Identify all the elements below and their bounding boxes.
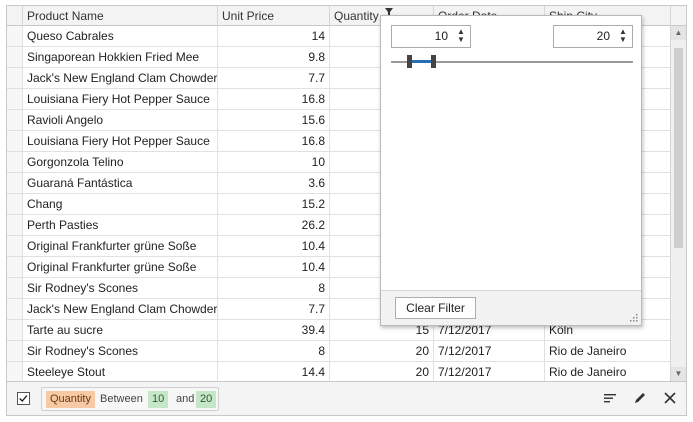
range-slider[interactable] (391, 55, 633, 68)
spin-arrows-icon[interactable]: ▲ ▼ (617, 28, 629, 45)
product-name-cell[interactable]: Louisiana Fiery Hot Pepper Sauce (23, 89, 218, 109)
filter-field-token[interactable]: Quantity (46, 391, 95, 408)
slider-selected-range (409, 60, 433, 63)
row-indicator[interactable] (7, 173, 23, 193)
row-indicator[interactable] (7, 152, 23, 172)
filter-expression[interactable]: Quantity Between 10 and 20 (41, 387, 219, 411)
to-value-spinner[interactable]: 20 ▲ ▼ (553, 25, 633, 48)
product-name-cell[interactable]: Tarte au sucre (23, 320, 218, 340)
row-indicator[interactable] (7, 68, 23, 88)
order-date-cell[interactable]: 7/12/2017 (434, 341, 545, 361)
product-name-cell[interactable]: Queso Cabrales (23, 26, 218, 46)
spin-arrows-icon[interactable]: ▲ ▼ (455, 28, 467, 45)
clear-filter-button[interactable]: Clear Filter (395, 297, 476, 319)
row-indicator[interactable] (7, 26, 23, 46)
table-row[interactable]: Steeleye Stout 14.4 20 7/12/2017 Rio de Jane… (7, 362, 671, 381)
filter-conjunction: and (176, 393, 195, 405)
row-indicator[interactable] (7, 257, 23, 277)
unit-price-cell[interactable]: 7.7 (218, 299, 330, 319)
filter-enable-checkbox[interactable] (17, 392, 30, 405)
filter-operator-token[interactable]: Between (96, 391, 147, 408)
row-indicator[interactable] (7, 89, 23, 109)
close-icon[interactable] (663, 391, 677, 405)
unit-price-cell[interactable]: 15.6 (218, 110, 330, 130)
row-indicator[interactable] (7, 299, 23, 319)
unit-price-cell[interactable]: 16.8 (218, 131, 330, 151)
product-name-cell[interactable]: Jack's New England Clam Chowder (23, 68, 218, 88)
header-indicator (7, 6, 23, 26)
from-value-spinner[interactable]: 10 ▲ ▼ (391, 25, 471, 48)
popup-footer: Clear Filter (381, 290, 641, 325)
product-name-cell[interactable]: Singaporean Hokkien Fried Mee (23, 47, 218, 67)
column-header-unit-price[interactable]: Unit Price (218, 6, 330, 26)
product-name-cell[interactable]: Sir Rodney's Scones (23, 341, 218, 361)
unit-price-cell[interactable]: 14 (218, 26, 330, 46)
product-name-cell[interactable]: Chang (23, 194, 218, 214)
product-name-cell[interactable]: Steeleye Stout (23, 362, 218, 381)
unit-price-cell[interactable]: 10.4 (218, 257, 330, 277)
product-name-cell[interactable]: Guaraná Fantástica (23, 173, 218, 193)
from-value: 10 (434, 29, 448, 43)
unit-price-cell[interactable]: 7.7 (218, 68, 330, 88)
slider-thumb-min[interactable] (407, 55, 412, 68)
column-header-product-name[interactable]: Product Name (23, 6, 218, 26)
unit-price-cell[interactable]: 26.2 (218, 215, 330, 235)
product-name-cell[interactable]: Original Frankfurter grüne Soße (23, 236, 218, 256)
quantity-filter-popup: 10 ▲ ▼ 20 ▲ ▼ Clear Filter (380, 15, 642, 326)
product-name-cell[interactable]: Original Frankfurter grüne Soße (23, 257, 218, 277)
unit-price-cell[interactable]: 15.2 (218, 194, 330, 214)
row-indicator[interactable] (7, 194, 23, 214)
scrollbar-thumb[interactable] (674, 48, 683, 248)
chevron-up-icon[interactable]: ▲ (671, 26, 686, 40)
product-name-cell[interactable]: Louisiana Fiery Hot Pepper Sauce (23, 131, 218, 151)
resize-grip-icon[interactable] (630, 314, 638, 322)
row-indicator[interactable] (7, 131, 23, 151)
table-row[interactable]: Sir Rodney's Scones 8 20 7/12/2017 Rio de Ja… (7, 341, 671, 362)
unit-price-cell[interactable]: 16.8 (218, 89, 330, 109)
unit-price-cell[interactable]: 9.8 (218, 47, 330, 67)
row-indicator[interactable] (7, 362, 23, 381)
unit-price-cell[interactable]: 39.4 (218, 320, 330, 340)
quantity-cell[interactable]: 20 (330, 341, 434, 361)
row-indicator[interactable] (7, 236, 23, 256)
unit-price-cell[interactable]: 8 (218, 341, 330, 361)
slider-thumb-max[interactable] (431, 55, 436, 68)
unit-price-cell[interactable]: 10 (218, 152, 330, 172)
quantity-cell[interactable]: 20 (330, 362, 434, 381)
filter-editor-icon[interactable] (603, 391, 617, 405)
unit-price-cell[interactable]: 8 (218, 278, 330, 298)
unit-price-cell[interactable]: 10.4 (218, 236, 330, 256)
row-indicator[interactable] (7, 110, 23, 130)
row-indicator[interactable] (7, 320, 23, 340)
product-name-cell[interactable]: Gorgonzola Telino (23, 152, 218, 172)
to-value: 20 (596, 29, 610, 43)
product-name-cell[interactable]: Ravioli Angelo (23, 110, 218, 130)
filter-value1-token[interactable]: 10 (148, 391, 169, 408)
product-name-cell[interactable]: Sir Rodney's Scones (23, 278, 218, 298)
row-indicator[interactable] (7, 341, 23, 361)
check-icon (19, 395, 28, 403)
pencil-icon[interactable] (633, 391, 647, 405)
ship-city-cell[interactable]: Rio de Janeiro (545, 341, 671, 361)
chevron-down-icon[interactable]: ▼ (671, 367, 686, 381)
filter-panel: Quantity Between 10 and 20 (6, 382, 687, 416)
product-name-cell[interactable]: Jack's New England Clam Chowder (23, 299, 218, 319)
row-indicator[interactable] (7, 278, 23, 298)
ship-city-cell[interactable]: Rio de Janeiro (545, 362, 671, 381)
row-indicator[interactable] (7, 215, 23, 235)
unit-price-cell[interactable]: 3.6 (218, 173, 330, 193)
filter-value2-token[interactable]: 20 (196, 391, 217, 408)
order-date-cell[interactable]: 7/12/2017 (434, 362, 545, 381)
product-name-cell[interactable]: Perth Pasties (23, 215, 218, 235)
unit-price-cell[interactable]: 14.4 (218, 362, 330, 381)
row-indicator[interactable] (7, 47, 23, 67)
vertical-scrollbar[interactable]: ▲ ▼ (670, 26, 686, 381)
